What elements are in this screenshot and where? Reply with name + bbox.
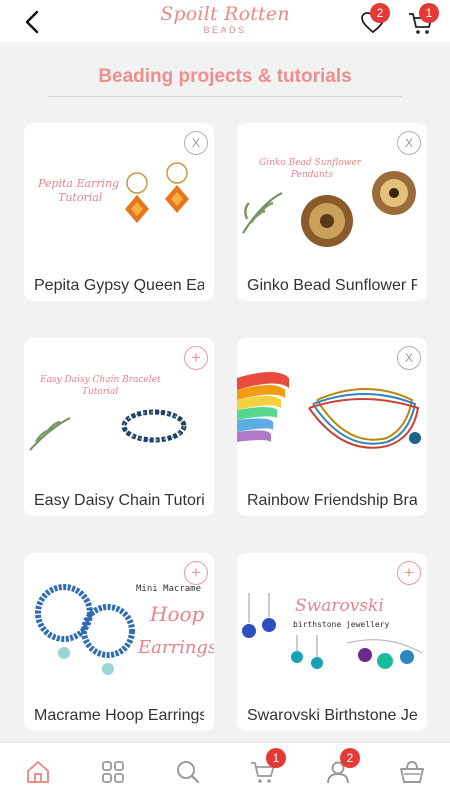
image-caption: Hoop bbox=[149, 602, 205, 626]
wishlist-badge: 2 bbox=[370, 3, 390, 23]
top-bar: Spoilt Rotten BEADS 2 1 bbox=[0, 0, 450, 42]
project-card[interactable]: Ginko Bead Sunflower Pendants X Ginko Be… bbox=[237, 123, 427, 301]
nav-cart-badge: 1 bbox=[266, 748, 286, 768]
project-card[interactable]: Easy Daisy Chain Bracelet Tutorial + Eas… bbox=[24, 338, 214, 516]
project-title: Rainbow Friendship Bracelet bbox=[247, 492, 417, 509]
image-caption: Easy Daisy Chain Bracelet bbox=[39, 375, 161, 385]
search-icon[interactable] bbox=[175, 759, 201, 785]
image-caption: Earrings bbox=[137, 637, 214, 658]
remove-button[interactable]: X bbox=[397, 346, 421, 370]
image-caption: Tutorial bbox=[58, 191, 103, 204]
image-caption: Pendants bbox=[290, 170, 333, 180]
grid-icon[interactable] bbox=[100, 759, 126, 785]
image-caption: Tutorial bbox=[82, 387, 118, 397]
home-icon[interactable] bbox=[25, 759, 51, 785]
bottom-nav: 1 2 bbox=[0, 742, 450, 800]
add-button[interactable]: + bbox=[184, 561, 208, 585]
image-caption: Mini Macrame bbox=[136, 584, 201, 594]
project-title: Swarovski Birthstone Jewellery bbox=[247, 707, 417, 724]
project-title: Pepita Gypsy Queen Earrings bbox=[34, 277, 204, 294]
project-card[interactable]: X Rainbow Friendship Bracelet bbox=[237, 338, 427, 516]
project-title: Macrame Hoop Earrings bbox=[34, 707, 204, 724]
nav-user-badge: 2 bbox=[340, 748, 360, 768]
project-card[interactable]: Mini Macrame Hoop Earrings + Macrame Hoo… bbox=[24, 553, 214, 731]
cart-badge: 1 bbox=[419, 3, 439, 23]
project-title: Ginko Bead Sunflower Pendants bbox=[247, 277, 417, 294]
project-title: Easy Daisy Chain Tutorial bbox=[34, 492, 204, 509]
remove-button[interactable]: X bbox=[184, 131, 208, 155]
image-caption: Ginko Bead Sunflower bbox=[259, 158, 362, 168]
project-card[interactable]: Swarovski birthstone jewellery + Swarovs… bbox=[237, 553, 427, 731]
basket-icon[interactable] bbox=[399, 759, 425, 785]
page-title: Beading projects & tutorials bbox=[98, 66, 352, 87]
project-card[interactable]: Pepita Earring Tutorial X Pepita Gypsy Q… bbox=[24, 123, 214, 301]
image-caption: Pepita Earring bbox=[37, 177, 119, 190]
add-button[interactable]: + bbox=[397, 561, 421, 585]
remove-button[interactable]: X bbox=[397, 131, 421, 155]
add-button[interactable]: + bbox=[184, 346, 208, 370]
image-caption: birthstone jewellery bbox=[293, 620, 390, 629]
title-divider bbox=[48, 96, 402, 97]
image-caption: Swarovski bbox=[295, 596, 384, 616]
